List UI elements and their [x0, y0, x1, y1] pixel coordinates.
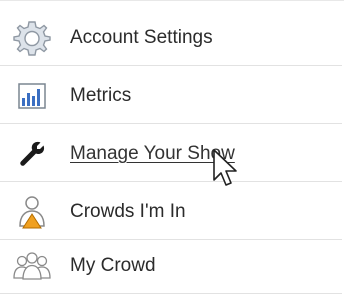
wrench-icon [20, 141, 45, 166]
top-divider [0, 0, 344, 1]
menu-item-my-crowd[interactable]: My Crowd [0, 238, 342, 294]
menu-item-label: Account Settings [70, 26, 213, 48]
menu-item-label: Manage Your Show [70, 142, 235, 164]
menu-item-crowds-im-in[interactable]: Crowds I'm In [0, 184, 342, 240]
account-menu: Account Settings Metrics Manage Your Sho… [0, 0, 350, 296]
bar-chart-icon [18, 82, 46, 109]
menu-item-label: Crowds I'm In [70, 200, 186, 222]
group-icon [13, 251, 51, 280]
menu-item-metrics[interactable]: Metrics [0, 68, 342, 124]
menu-item-account-settings[interactable]: Account Settings [0, 10, 342, 66]
user-warning-icon [19, 195, 45, 228]
menu-item-label: My Crowd [70, 254, 156, 276]
menu-item-manage-your-show[interactable]: Manage Your Show [0, 126, 342, 182]
gear-icon [13, 20, 51, 56]
menu-item-label: Metrics [70, 84, 132, 106]
